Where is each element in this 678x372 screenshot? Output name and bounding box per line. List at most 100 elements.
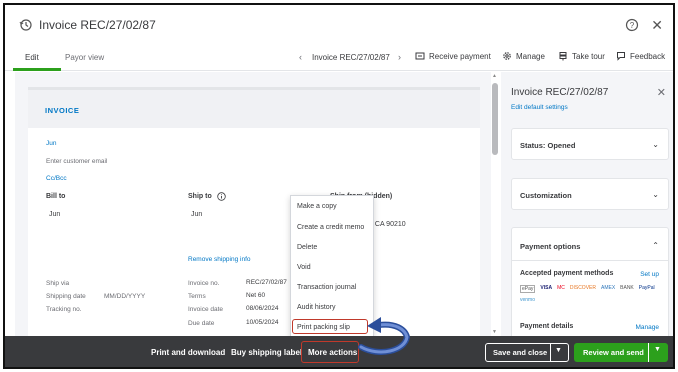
window-title: Invoice REC/27/02/87 <box>39 18 156 32</box>
remove-shipping-link[interactable]: Remove shipping info <box>188 256 251 263</box>
chevron-up-icon[interactable]: ⌃ <box>652 241 659 250</box>
invoice-window: Invoice REC/27/02/87 ? ✕ Edit Payor view… <box>3 3 675 369</box>
shipping-date-label: Shipping date <box>46 293 86 300</box>
visa-logo: VISA <box>540 285 553 291</box>
previous-invoice-button[interactable]: ‹ <box>299 52 302 62</box>
history-icon[interactable] <box>19 18 33 32</box>
scrollbar-thumb[interactable] <box>492 83 498 155</box>
invoice-date-label: Invoice date <box>188 306 224 313</box>
amex-logo: AMEX <box>600 285 616 291</box>
chevron-down-icon: ⌄ <box>652 140 659 149</box>
svg-text:?: ? <box>630 21 635 30</box>
scroll-up-arrow[interactable]: ▲ <box>492 73 497 79</box>
ship-via-label: Ship via <box>46 280 70 287</box>
bill-to-value[interactable]: Jun <box>49 211 60 218</box>
invoice-date-field[interactable]: 08/06/2024 <box>246 305 279 312</box>
chevron-down-icon[interactable]: ▼ <box>555 347 562 354</box>
tab-payor-view[interactable]: Payor view <box>65 53 104 62</box>
bill-to-label: Bill to <box>46 193 66 200</box>
invoice-editor: INVOICE Jun Enter customer email Cc/Bcc … <box>15 72 491 337</box>
menu-item-make-copy[interactable]: Make a copy <box>297 203 337 210</box>
tab-edit[interactable]: Edit <box>25 53 39 62</box>
ship-from-value: , CA 90210 <box>371 221 406 228</box>
terms-field[interactable]: Net 60 <box>246 292 265 299</box>
scroll-down-arrow[interactable]: ▼ <box>492 329 497 335</box>
customer-email-field[interactable]: Enter customer email <box>46 158 107 165</box>
ship-to-value[interactable]: Jun <box>191 211 202 218</box>
take-tour-button[interactable]: Take tour <box>558 51 605 61</box>
epay-logo: ePay <box>520 285 536 293</box>
accepted-methods-label: Accepted payment methods <box>520 270 614 277</box>
menu-item-credit-memo[interactable]: Create a credit memo <box>297 224 364 231</box>
shipping-date-field[interactable]: MM/DD/YYYY <box>104 293 145 300</box>
panel-close-icon[interactable]: ✕ <box>657 86 666 99</box>
manage-link[interactable]: Manage <box>636 324 660 331</box>
venmo-logo: venmo <box>520 297 536 303</box>
payment-options-card: Payment options ⌃ Accepted payment metho… <box>511 227 669 342</box>
split-divider <box>648 343 649 362</box>
receive-payment-label: Receive payment <box>429 51 491 61</box>
payment-logos: ePay VISA MC DISCOVER AMEX BANK PayPal v… <box>520 285 665 307</box>
chevron-down-icon: ⌄ <box>652 190 659 199</box>
curved-arrow-icon <box>358 317 411 355</box>
save-and-close-button[interactable]: Save and close ▼ <box>485 343 569 362</box>
info-icon[interactable] <box>217 192 226 201</box>
chat-bubble-icon <box>617 52 625 61</box>
split-divider <box>550 344 551 361</box>
invoice-heading: INVOICE <box>45 106 80 115</box>
menu-item-void[interactable]: Void <box>297 264 311 271</box>
close-icon[interactable]: ✕ <box>651 17 663 34</box>
next-invoice-button[interactable]: › <box>398 52 401 62</box>
customization-card[interactable]: Customization ⌄ <box>511 178 669 210</box>
status-card[interactable]: Status: Opened ⌄ <box>511 128 669 160</box>
print-download-button[interactable]: Print and download <box>151 348 225 357</box>
due-date-field[interactable]: 10/05/2024 <box>246 319 279 326</box>
panel-title: Invoice REC/27/02/87 <box>511 87 609 98</box>
buy-shipping-label-button[interactable]: Buy shipping label <box>231 348 302 357</box>
tracking-label: Tracking no. <box>46 306 82 313</box>
customization-label: Customization <box>520 191 572 200</box>
due-date-label: Due date <box>188 320 215 327</box>
take-tour-label: Take tour <box>572 51 605 61</box>
invoice-side-panel: Invoice REC/27/02/87 Edit default settin… <box>501 72 673 342</box>
feedback-label: Feedback <box>630 51 666 61</box>
status-label: Status: Opened <box>520 141 576 150</box>
edit-default-settings-link[interactable]: Edit default settings <box>511 104 568 111</box>
menu-item-audit-history[interactable]: Audit history <box>297 304 336 311</box>
review-and-send-button[interactable]: Review and send ▼ <box>574 343 668 362</box>
chevron-down-icon[interactable]: ▼ <box>654 346 661 353</box>
signpost-icon <box>559 52 567 61</box>
invoice-no-label: Invoice no. <box>188 280 220 287</box>
invoice-header: INVOICE <box>28 90 480 128</box>
terms-label: Terms <box>188 293 206 300</box>
customer-name-link[interactable]: Jun <box>46 140 56 147</box>
title-bar: Invoice REC/27/02/87 ? ✕ <box>5 5 673 45</box>
payment-icon <box>415 52 425 60</box>
payment-details-label: Payment details <box>520 323 574 330</box>
discover-logo: DISCOVER <box>569 285 596 291</box>
more-actions-highlight <box>301 341 359 363</box>
tab-bar: Edit Payor view ‹ Invoice REC/27/02/87 ›… <box>5 47 673 71</box>
invoice-nav-label: Invoice REC/27/02/87 <box>312 53 390 62</box>
menu-item-transaction-journal[interactable]: Transaction journal <box>297 284 356 291</box>
feedback-button[interactable]: Feedback <box>616 51 665 61</box>
payment-options-label: Payment options <box>520 242 581 251</box>
manage-button[interactable]: Manage <box>502 51 545 61</box>
invoice-no-field[interactable]: REC/27/02/87 <box>246 279 287 286</box>
gear-icon <box>503 52 511 60</box>
more-actions-menu: Make a copy Create a credit memo Delete … <box>290 195 374 337</box>
help-icon[interactable]: ? <box>625 18 639 32</box>
manage-label: Manage <box>516 51 545 61</box>
receive-payment-button[interactable]: Receive payment <box>415 51 491 61</box>
bottom-action-bar: Print and download Buy shipping label Mo… <box>5 336 673 367</box>
save-and-close-label: Save and close <box>493 348 548 357</box>
cc-bcc-link[interactable]: Cc/Bcc <box>46 175 67 182</box>
mastercard-logo: MC <box>557 285 565 291</box>
menu-item-delete[interactable]: Delete <box>297 244 317 251</box>
divider <box>512 260 668 261</box>
active-tab-indicator <box>13 68 61 71</box>
review-and-send-label: Review and send <box>583 348 644 357</box>
invoice-form: INVOICE Jun Enter customer email Cc/Bcc … <box>28 87 480 337</box>
setup-link[interactable]: Set up <box>640 271 659 278</box>
ship-to-label: Ship to <box>188 193 212 200</box>
